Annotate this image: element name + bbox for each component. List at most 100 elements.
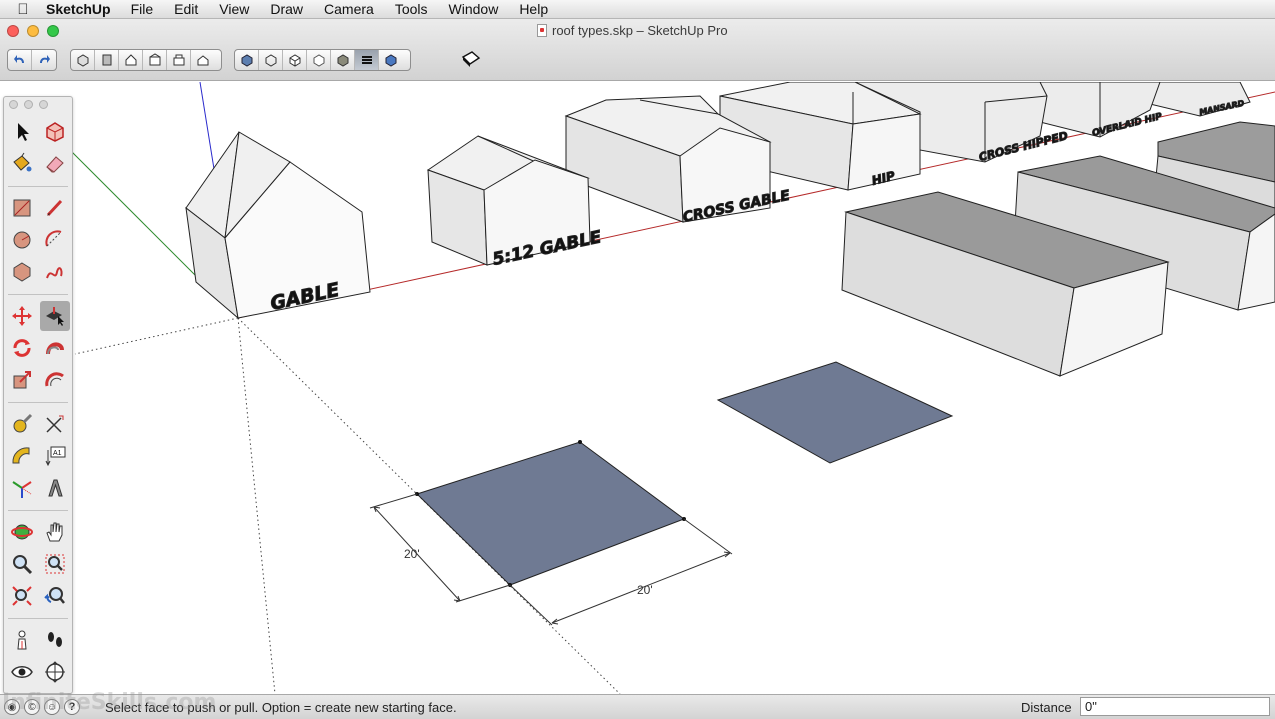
wireframe-button[interactable] — [259, 50, 283, 70]
position-camera-tool[interactable] — [7, 625, 37, 655]
model-info-button[interactable] — [458, 47, 484, 71]
axes-tool[interactable] — [7, 473, 37, 503]
xray-button[interactable] — [235, 50, 259, 70]
iso-view-button[interactable] — [71, 50, 95, 70]
tape-measure-tool[interactable] — [7, 409, 37, 439]
palette-separator — [8, 294, 68, 295]
shaded-textures-button[interactable] — [331, 50, 355, 70]
3d-text-tool[interactable] — [40, 473, 70, 503]
app-menu[interactable]: SketchUp — [46, 1, 111, 17]
menu-window[interactable]: Window — [449, 1, 499, 17]
rotate-tool[interactable] — [7, 333, 37, 363]
menu-view[interactable]: View — [219, 1, 249, 17]
window-title: roof types.skp – SketchUp Pro — [552, 23, 728, 38]
menu-camera[interactable]: Camera — [324, 1, 374, 17]
previous-view-tool[interactable] — [40, 581, 70, 611]
pan-tool[interactable] — [40, 517, 70, 547]
minimize-window-button[interactable] — [27, 25, 39, 37]
face-square-right[interactable] — [716, 361, 954, 464]
geo-location-icon[interactable]: ◉ — [4, 699, 20, 715]
menu-help[interactable]: Help — [519, 1, 548, 17]
scale-tool[interactable] — [7, 365, 37, 395]
building-mansard[interactable]: MANSARD — [1149, 82, 1251, 117]
right-view-icon — [149, 53, 160, 66]
user-icon[interactable]: ☺ — [44, 699, 60, 715]
hidden-line-button[interactable] — [283, 50, 307, 70]
menu-tools[interactable]: Tools — [395, 1, 428, 17]
zoom-extents-tool[interactable] — [7, 581, 37, 611]
right-view-button[interactable] — [143, 50, 167, 70]
walk-icon — [48, 632, 62, 647]
building-gable[interactable]: GABLE — [185, 131, 371, 320]
menu-edit[interactable]: Edit — [174, 1, 198, 17]
close-window-button[interactable] — [7, 25, 19, 37]
text-tool[interactable]: A1 — [40, 441, 70, 471]
freehand-tool[interactable] — [40, 257, 70, 287]
rectangle-tool[interactable] — [7, 193, 37, 223]
redo-icon — [40, 55, 50, 63]
make-component-tool[interactable] — [40, 117, 70, 147]
left-view-button[interactable] — [191, 50, 215, 70]
palette-close-button[interactable] — [9, 100, 18, 109]
palette-max-button[interactable] — [39, 100, 48, 109]
shaded-icon — [313, 54, 324, 67]
scene-canvas: MANSARD OVERLAID HIP CROSS HIPPED HIP CR… — [59, 82, 1275, 694]
hidden-line-icon — [289, 54, 300, 67]
circle-tool[interactable] — [7, 225, 37, 255]
section-plane-tool[interactable] — [40, 657, 70, 687]
redo-button[interactable] — [32, 50, 56, 70]
undo-redo-group — [7, 49, 57, 71]
select-tool[interactable] — [7, 117, 37, 147]
sketchup-window:  SketchUp File Edit View Draw Camera To… — [0, 0, 1275, 719]
model-viewport[interactable]: MANSARD OVERLAID HIP CROSS HIPPED HIP CR… — [0, 82, 1275, 694]
walk-tool[interactable] — [40, 625, 70, 655]
shaded-button[interactable] — [307, 50, 331, 70]
look-around-icon — [11, 666, 33, 678]
make-component-icon — [46, 122, 64, 142]
face-square-selected[interactable] — [416, 441, 686, 586]
menu-file[interactable]: File — [131, 1, 154, 17]
vertex-2 — [578, 440, 582, 444]
red-axis-negative — [74, 317, 239, 355]
face-styles-group — [234, 49, 411, 71]
back-edges-button[interactable] — [379, 50, 403, 70]
zoom-tool[interactable] — [7, 549, 37, 579]
follow-me-tool[interactable] — [40, 333, 70, 363]
orbit-tool[interactable] — [7, 517, 37, 547]
paint-bucket-tool[interactable] — [7, 149, 37, 179]
3d-text-icon — [48, 479, 63, 497]
svg-text:A1: A1 — [53, 450, 62, 457]
help-icon[interactable]: ? — [64, 699, 80, 715]
front-view-button[interactable] — [119, 50, 143, 70]
credits-icon[interactable]: © — [24, 699, 40, 715]
dimension-tool[interactable] — [40, 409, 70, 439]
status-bar: ◉ © ☺ ? Select face to push or pull. Opt… — [0, 694, 1275, 719]
top-view-button[interactable] — [95, 50, 119, 70]
scale-icon — [13, 371, 31, 389]
eraser-tool[interactable] — [40, 149, 70, 179]
measurements-label: Distance — [1021, 700, 1072, 715]
palette-min-button[interactable] — [24, 100, 33, 109]
line-tool[interactable] — [40, 193, 70, 223]
move-tool[interactable] — [7, 301, 37, 331]
undo-button[interactable] — [8, 50, 32, 70]
xray-icon — [241, 54, 252, 67]
measurements-input[interactable] — [1080, 697, 1270, 716]
monochrome-button[interactable] — [355, 50, 379, 70]
palette-separator — [8, 402, 68, 403]
protractor-tool[interactable] — [7, 441, 37, 471]
arc-tool[interactable] — [40, 225, 70, 255]
palette-separator — [8, 510, 68, 511]
menu-draw[interactable]: Draw — [270, 1, 303, 17]
back-view-button[interactable] — [167, 50, 191, 70]
apple-menu-icon[interactable]:  — [12, 1, 34, 18]
rotate-icon — [13, 339, 31, 357]
standard-views-group — [70, 49, 222, 71]
zoom-window-tool[interactable] — [40, 549, 70, 579]
menu-bar:  SketchUp File Edit View Draw Camera To… — [0, 0, 1275, 19]
push-pull-tool[interactable] — [40, 301, 70, 331]
zoom-window-button[interactable] — [47, 25, 59, 37]
offset-tool[interactable] — [40, 365, 70, 395]
look-around-tool[interactable] — [7, 657, 37, 687]
polygon-tool[interactable] — [7, 257, 37, 287]
